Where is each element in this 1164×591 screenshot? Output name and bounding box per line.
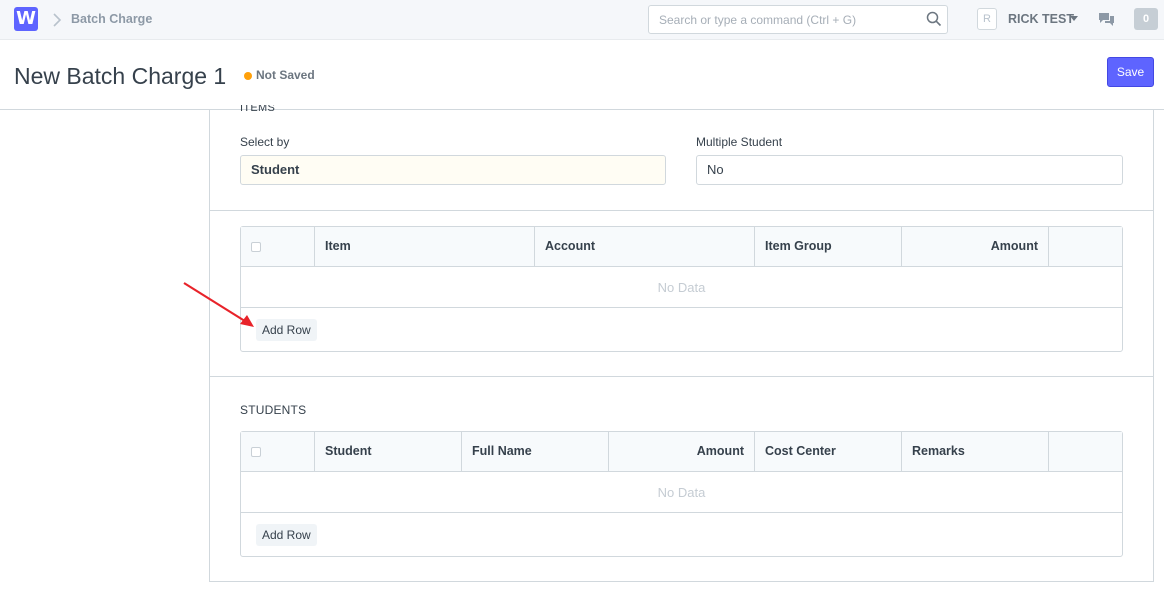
items-grid-footer: Add Row [241, 308, 1122, 351]
items-grid: Item Account Item Group Amount No Data A… [240, 226, 1123, 352]
items-add-row-button[interactable]: Add Row [256, 319, 317, 341]
chevron-right-icon [53, 13, 62, 27]
students-select-all-cell [241, 432, 315, 471]
section-divider [210, 376, 1153, 377]
col-amount: Amount [609, 432, 755, 471]
page-header: New Batch Charge 1 Not Saved Save [0, 40, 1164, 110]
col-actions [1049, 432, 1124, 471]
col-amount: Amount [902, 227, 1049, 266]
section-divider [210, 210, 1153, 211]
col-full-name: Full Name [462, 432, 609, 471]
items-select-all-cell [241, 227, 315, 266]
status-indicator [244, 72, 252, 80]
app-logo[interactable]: W [14, 7, 38, 31]
form-body: ITEMS Select by Student Multiple Student… [209, 105, 1154, 582]
students-grid: Student Full Name Amount Cost Center Rem… [240, 431, 1123, 557]
items-section-heading: ITEMS [240, 105, 276, 114]
user-menu[interactable]: RICK TEST [1008, 12, 1074, 26]
col-remarks: Remarks [902, 432, 1049, 471]
items-no-data: No Data [241, 267, 1122, 308]
annotation-arrow-icon [183, 282, 254, 327]
col-cost-center: Cost Center [755, 432, 902, 471]
multiple-student-label: Multiple Student [696, 135, 783, 149]
search-input[interactable] [648, 5, 948, 34]
select-by-field[interactable]: Student [240, 155, 666, 185]
select-all-checkbox[interactable] [251, 447, 261, 457]
multiple-student-field[interactable]: No [696, 155, 1123, 185]
search-icon[interactable] [926, 11, 942, 27]
select-by-label: Select by [240, 135, 290, 149]
avatar[interactable]: R [977, 8, 997, 30]
chat-icon[interactable] [1098, 12, 1115, 27]
status-badge: Not Saved [256, 68, 315, 82]
students-section-heading: STUDENTS [240, 403, 307, 417]
notification-badge[interactable]: 0 [1134, 8, 1158, 30]
save-button[interactable]: Save [1107, 57, 1154, 87]
col-actions [1049, 227, 1124, 266]
students-no-data: No Data [241, 472, 1122, 513]
caret-down-icon[interactable] [1070, 16, 1078, 21]
col-student: Student [315, 432, 462, 471]
students-grid-footer: Add Row [241, 513, 1122, 556]
col-item: Item [315, 227, 535, 266]
students-grid-header: Student Full Name Amount Cost Center Rem… [241, 432, 1122, 472]
breadcrumb-batch-charge[interactable]: Batch Charge [71, 12, 152, 26]
page-title: New Batch Charge 1 [14, 63, 227, 89]
students-add-row-button[interactable]: Add Row [256, 524, 317, 546]
items-grid-header: Item Account Item Group Amount [241, 227, 1122, 267]
navbar: W Batch Charge R RICK TEST 0 [0, 0, 1164, 40]
col-account: Account [535, 227, 755, 266]
col-item-group: Item Group [755, 227, 902, 266]
select-all-checkbox[interactable] [251, 242, 261, 252]
